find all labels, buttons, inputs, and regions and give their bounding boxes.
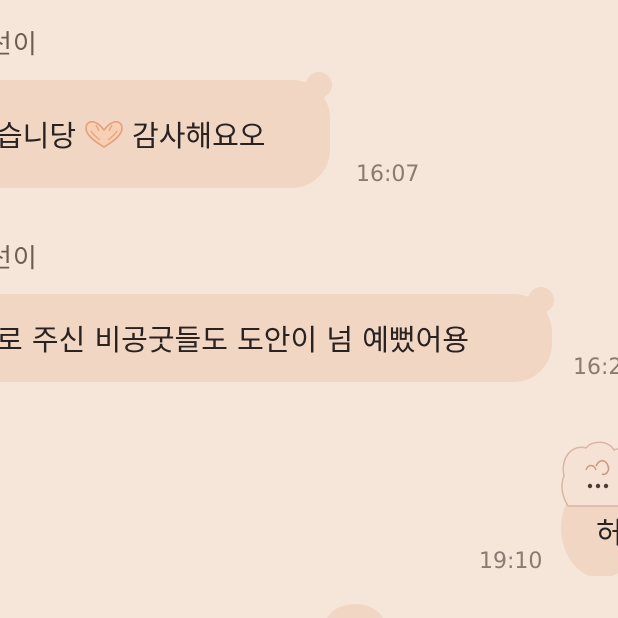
message-text: 감사해요오 [132,119,266,153]
heart-hands-icon [85,120,123,148]
avatar[interactable] [326,604,384,618]
message-time: 16:2 [573,355,618,380]
message-time: 16:07 [356,162,420,187]
sticker-text: 허 [596,516,618,550]
message-text: 습니당 [0,119,77,153]
message-bubble[interactable]: 습니당 감사해요오 [0,80,330,188]
sender-name: 선이 [0,30,38,60]
sender-name: 선이 [0,244,38,274]
message-text: 로 주신 비공굿들도 도안이 넘 예뻤어용 [0,323,469,357]
message-bubble[interactable]: 로 주신 비공굿들도 도안이 넘 예뻤어용 [0,294,552,382]
puppy-sticker-icon[interactable] [556,436,618,576]
message-time: 19:10 [479,549,543,574]
chat-view: 선이 습니당 감사해요오 16:07 선이 로 주신 비공굿들도 도안이 넘 예… [0,0,618,618]
